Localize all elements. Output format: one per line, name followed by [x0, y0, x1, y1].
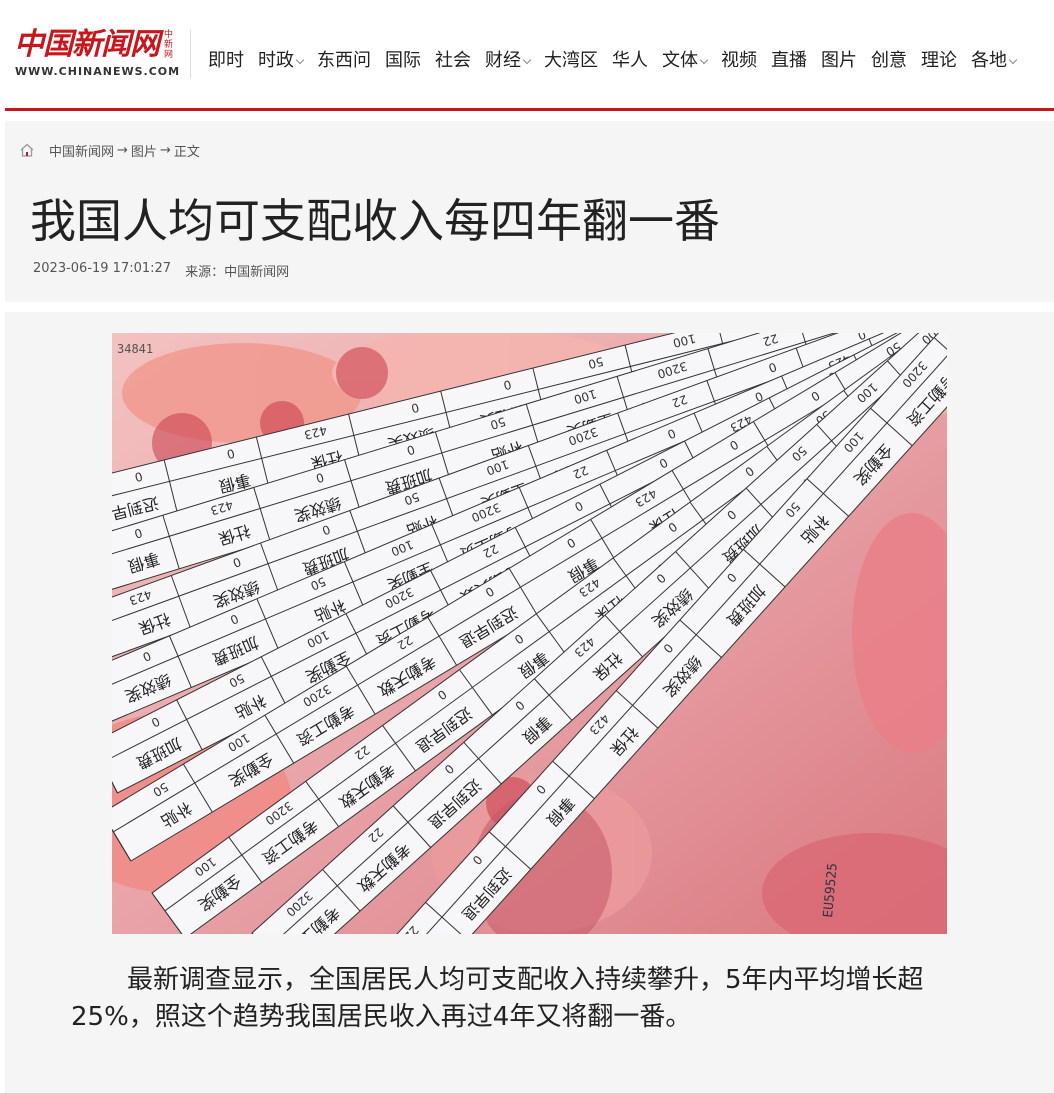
nav-item-0[interactable]: 即时	[208, 46, 244, 72]
site-header: 中国新闻网 中新网 WWW.CHINANEWS.COM 即时 时政 东西问 国际 社会财…	[0, 0, 1054, 108]
nav-item-label: 国际	[385, 50, 421, 71]
nav-item-9[interactable]: 视频	[721, 46, 757, 72]
chevron-down-icon	[295, 55, 305, 65]
nav-item-5[interactable]: 财经	[485, 46, 532, 72]
logo-divider	[190, 30, 191, 78]
logo-english-text: WWW.CHINANEWS.COM	[15, 65, 181, 78]
svg-text:34841: 34841	[117, 342, 153, 356]
breadcrumb: 中国新闻网 → 图片 → 正文	[19, 141, 200, 160]
chevron-down-icon	[699, 55, 709, 65]
article-header: 中国新闻网 → 图片 → 正文 我国人均可支配收入每四年翻一番 2023-06-…	[5, 121, 1054, 302]
breadcrumb-item-current: 正文	[173, 144, 200, 160]
nav-item-label: 时政	[258, 50, 294, 71]
nav-item-7[interactable]: 华人	[612, 46, 648, 72]
logo-side-text: 中新网	[164, 30, 174, 60]
nav-item-label: 即时	[208, 50, 244, 71]
nav-item-label: 东西问	[317, 50, 371, 71]
nav-item-3[interactable]: 国际	[385, 46, 421, 72]
nav-item-4[interactable]: 社会	[435, 46, 471, 72]
chevron-down-icon	[522, 55, 532, 65]
header-divider	[5, 108, 1054, 111]
nav-item-10[interactable]: 直播	[771, 46, 807, 72]
nav-item-label: 理论	[921, 50, 957, 71]
main-nav: 即时 时政 东西问 国际 社会 财经 大湾区 华人 文体 视频 直播 图片 创意 理论 各地	[208, 46, 1030, 72]
publish-datetime: 2023-06-19 17:01:27	[33, 261, 172, 276]
article-paragraph: 最新调查显示，全国居民人均可支配收入持续攀升，5年内平均增长超25%，照这个趋势…	[71, 965, 924, 1032]
breadcrumb-separator: →	[117, 142, 128, 158]
breadcrumb-item-home[interactable]: 中国新闻网	[49, 141, 114, 160]
nav-item-label: 文体	[662, 50, 698, 71]
nav-item-label: 各地	[971, 50, 1007, 71]
breadcrumb-item-pictures[interactable]: 图片	[131, 141, 157, 160]
nav-item-label: 视频	[721, 50, 757, 71]
nav-item-1[interactable]: 时政	[258, 46, 305, 72]
home-icon[interactable]	[19, 142, 35, 158]
article-source: 来源：中国新闻网	[185, 265, 290, 280]
nav-item-label: 社会	[435, 50, 471, 71]
article-body: 34841 EU59525 0迟到早退0事假423社保0绩效奖0加班费50补贴1…	[5, 312, 1054, 1093]
chevron-down-icon	[1008, 55, 1018, 65]
article-meta: 2023-06-19 17:01:27 来源：中国新闻网	[33, 261, 289, 280]
article-photo: 34841 EU59525 0迟到早退0事假423社保0绩效奖0加班费50补贴1…	[112, 333, 947, 934]
nav-item-label: 财经	[485, 50, 521, 71]
page-title: 我国人均可支配收入每四年翻一番	[30, 194, 720, 248]
nav-item-11[interactable]: 图片	[821, 46, 857, 72]
nav-item-14[interactable]: 各地	[971, 46, 1018, 72]
logo-chinese-text: 中国新闻网	[14, 27, 160, 62]
nav-item-12[interactable]: 创意	[871, 46, 907, 72]
site-logo[interactable]: 中国新闻网 中新网 WWW.CHINANEWS.COM	[14, 28, 184, 84]
breadcrumb-separator: →	[159, 142, 171, 158]
nav-item-label: 华人	[612, 50, 648, 71]
nav-item-2[interactable]: 东西问	[317, 46, 371, 72]
nav-item-8[interactable]: 文体	[662, 46, 709, 72]
nav-item-label: 图片	[821, 50, 857, 71]
nav-item-label: 创意	[871, 50, 907, 71]
nav-item-label: 大湾区	[544, 50, 598, 71]
nav-item-13[interactable]: 理论	[921, 46, 957, 72]
nav-item-label: 直播	[771, 50, 807, 71]
nav-item-6[interactable]: 大湾区	[544, 46, 598, 72]
